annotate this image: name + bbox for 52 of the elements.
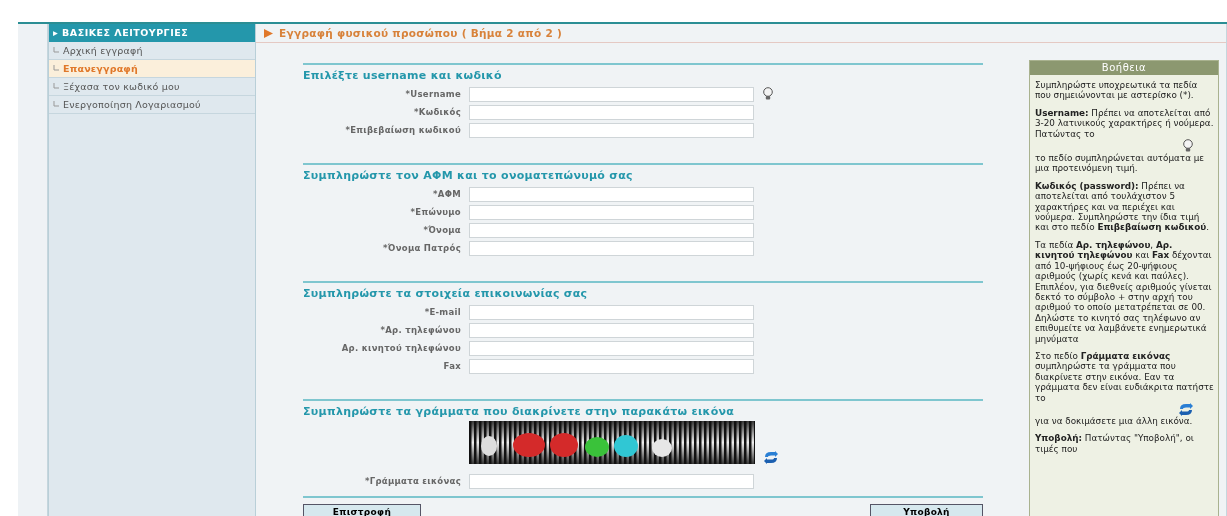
help-text: Συμπληρώστε υποχρεωτικά τα πεδία που σημειώνονται με αστερίσκο (*). xyxy=(1035,80,1199,101)
input-field[interactable] xyxy=(469,186,754,202)
section-heading: Επιλέξτε username και κωδικό xyxy=(303,69,503,82)
field-label: *ΑΦΜ xyxy=(432,189,462,199)
field-label: *E-mail xyxy=(423,307,462,317)
refresh-icon[interactable] xyxy=(1178,402,1194,416)
lightbulb-icon[interactable] xyxy=(1182,139,1194,154)
submit-button[interactable]: Υποβολή xyxy=(870,504,983,516)
corner-icon xyxy=(53,47,59,54)
input-field[interactable] xyxy=(469,222,754,238)
field-label: *Όνομα Πατρός xyxy=(382,243,462,253)
field-label: *Επώνυμο xyxy=(409,207,462,217)
field-label: Fax xyxy=(442,361,462,371)
help-title: Βοήθεια xyxy=(1030,61,1218,75)
lightbulb-icon[interactable] xyxy=(762,87,774,101)
input-field[interactable] xyxy=(469,86,754,102)
help-text: Στο πεδίο Γράμματα εικόνας συμπληρώστε τα γράμματα που διακρίνετε στην εικόνα. Εαν τα γράμματα δεν είναι ευδιάκριτα πατήστε το xyxy=(1035,350,1214,403)
field-label: *Γράμματα εικόνας xyxy=(363,476,462,486)
section-heading: Συμπληρώστε τον ΑΦΜ και το ονοματεπώνυμό σας xyxy=(303,169,634,182)
back-button[interactable]: Επιστροφή xyxy=(303,504,421,516)
section-heading: Συμπληρώστε τα γράμματα που διακρίνετε στην παρακάτω εικόνα xyxy=(303,405,736,418)
input-field[interactable] xyxy=(469,322,754,338)
field-label: *Username xyxy=(404,89,462,99)
input-field[interactable] xyxy=(469,358,754,374)
field-label: *Κωδικός xyxy=(413,107,462,117)
corner-icon xyxy=(53,65,59,72)
help-text: Κωδικός (password): Πρέπει να αποτελείται από τουλάχιστον 5 χαρακτήρες και να περιέχει και νούμερα. Συμπληρώστε την ίδια τιμή και στο πεδίο Επιβεβαίωση κωδικού. xyxy=(1035,180,1210,233)
page-title: Εγγραφή φυσικού προσώπου ( Βήμα 2 από 2 ) xyxy=(279,27,563,39)
help-text: το πεδίο συμπληρώνεται αυτόματα με μια προτεινόμενη τιμή. xyxy=(1035,153,1206,174)
input-field[interactable] xyxy=(469,240,754,256)
help-text: Υποβολή: Πατώντας "Υποβολή", οι τιμές που xyxy=(1035,433,1195,455)
input-field[interactable] xyxy=(469,340,754,356)
corner-icon xyxy=(53,83,59,90)
help-text: Username: Πρέπει να αποτελείται από 3-20 λατινικούς χαρακτήρες ή νούμερα. Πατώντας το xyxy=(1035,107,1214,140)
input-field[interactable] xyxy=(469,122,754,138)
help-text: Τα πεδία Αρ. τηλεφώνου, Αρ. κινητού τηλεφώνου και Fax δέχονται από 10-ψήφιους έως 20-ψήφιους αριθμούς (χωρίς κενά και παύλες). Επιπλέον, για διεθνείς αριθμούς γίνεται δεκτό το σύμβολο + στην αρχή του αριθμού το οποίο μετατρέπεται σε 00. Δηλώστε το κινητό σας τηλέφωνο αν επιθυμείτε να λαμβάνετε ενημερωτικά μηνύματα xyxy=(1035,239,1213,344)
field-label: *Επιβεβαίωση κωδικού xyxy=(344,125,462,135)
arrow-icon xyxy=(264,28,273,38)
field-label: *Αρ. τηλεφώνου xyxy=(379,325,462,335)
section-heading: Συμπληρώστε τα στοιχεία επικοινωνίας σας xyxy=(303,287,589,300)
input-field[interactable] xyxy=(469,473,754,489)
input-field[interactable] xyxy=(469,104,754,120)
sidebar-heading: ▸ ΒΑΣΙΚΕΣ ΛΕΙΤΟΥΡΓΙΕΣ xyxy=(49,24,255,42)
field-label: *Όνομα xyxy=(422,225,462,235)
sidebar-item[interactable]: Ξέχασα τον κωδικό μου xyxy=(49,78,255,96)
refresh-icon[interactable] xyxy=(763,451,779,464)
field-label: Αρ. κινητού τηλεφώνου xyxy=(340,343,462,353)
help-text: για να δοκιμάσετε μια άλλη εικόνα. xyxy=(1035,415,1194,427)
input-field[interactable] xyxy=(469,204,754,220)
input-field[interactable] xyxy=(469,304,754,320)
corner-icon xyxy=(53,101,59,108)
sidebar-item[interactable]: Ενεργοποίηση Λογαριασμού xyxy=(49,96,255,114)
